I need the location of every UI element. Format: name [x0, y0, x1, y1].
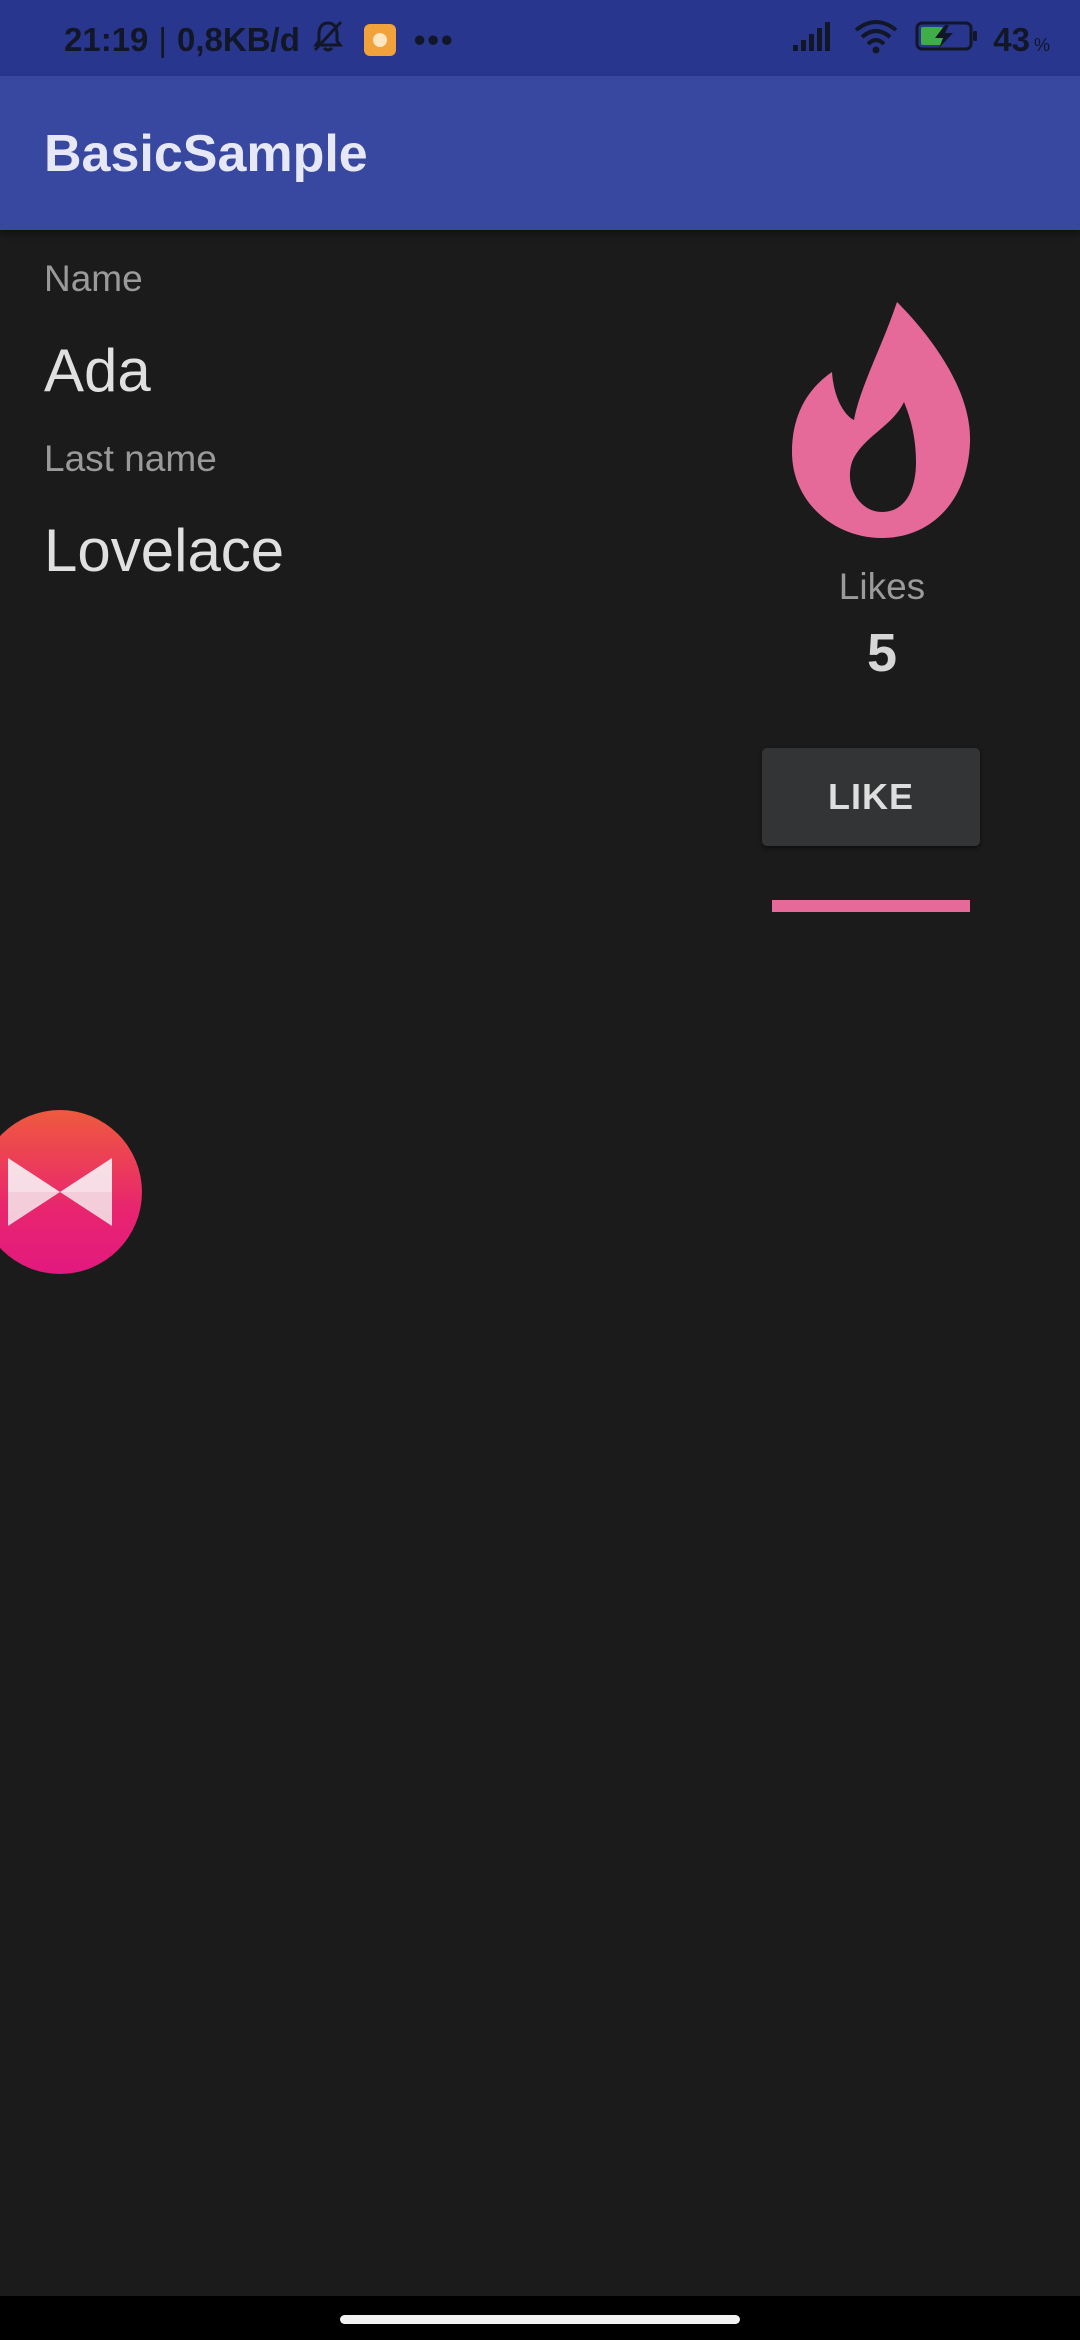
battery-percent-value: 43: [993, 21, 1030, 58]
more-notifications-icon: •••: [413, 21, 455, 58]
like-button[interactable]: LIKE: [762, 748, 980, 846]
app-title: BasicSample: [44, 125, 368, 183]
battery-percent: 43%: [993, 21, 1050, 59]
battery-percent-unit: %: [1033, 35, 1050, 55]
likes-count: 5: [866, 623, 898, 683]
home-indicator[interactable]: [340, 2315, 740, 2324]
bowtie-app-icon: [8, 1158, 112, 1226]
signal-icon: [791, 19, 835, 61]
status-separator: |: [158, 21, 167, 58]
likes-progress-fill: [772, 900, 970, 912]
screen: 21:19 | 0,8KB/d ••• 43 % BasicSample Nam…: [0, 0, 1080, 2340]
name-label: Name: [44, 258, 143, 299]
network-speed: 0,8KB/d: [176, 21, 300, 58]
status-right: 43%: [791, 20, 1050, 60]
likes-label: Likes: [838, 566, 926, 607]
name-value: Ada: [44, 337, 151, 404]
app-bar: BasicSample: [0, 76, 1080, 230]
lastname-label: Last name: [44, 438, 217, 479]
bell-muted-icon: [310, 18, 346, 62]
flame-icon: [792, 302, 972, 542]
wifi-icon: [853, 18, 899, 62]
floating-bubble[interactable]: [0, 1110, 142, 1274]
battery-charging-icon: [915, 20, 979, 60]
likes-progress-bar: [772, 900, 970, 912]
app-notification-icon: [363, 24, 396, 56]
lastname-value: Lovelace: [44, 517, 285, 584]
status-left: 21:19 | 0,8KB/d •••: [64, 20, 455, 58]
status-bar: 21:19 | 0,8KB/d ••• 43 %: [0, 0, 1080, 76]
status-time: 21:19: [64, 21, 149, 58]
